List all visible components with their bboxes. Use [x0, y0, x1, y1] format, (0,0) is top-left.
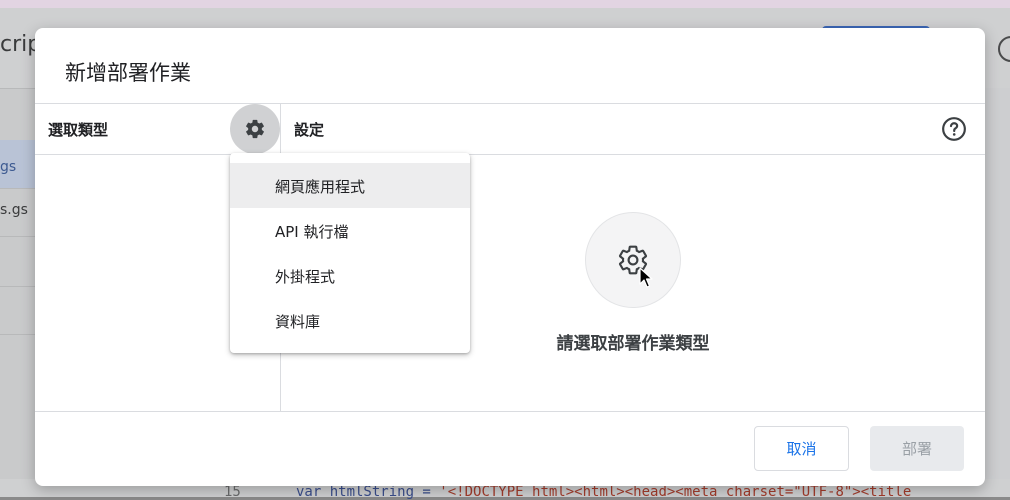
menu-item-label: 資料庫 [275, 313, 321, 331]
code-text: var htmlString = '<!DOCTYPE html><html><… [296, 484, 911, 500]
cancel-button[interactable]: 取消 [754, 426, 849, 471]
deployment-type-menu: 網頁應用程式 API 執行檔 外掛程式 資料庫 [230, 153, 470, 353]
browser-top-strip [0, 0, 1010, 8]
dialog-title: 新增部署作業 [65, 61, 191, 85]
menu-item-label: 網頁應用程式 [275, 178, 366, 196]
help-circle-icon[interactable] [941, 116, 967, 142]
sidebar-row [0, 286, 35, 335]
settings-header: 設定 [281, 104, 985, 155]
sidebar-file-label: gs [0, 159, 17, 175]
menu-item-api-executable[interactable]: API 執行檔 [230, 208, 470, 253]
menu-item-label: API 執行檔 [275, 223, 349, 241]
menu-item-label: 外掛程式 [275, 268, 336, 286]
background-right-edge [985, 88, 1010, 488]
select-type-button[interactable] [230, 104, 280, 154]
menu-item-web-app[interactable]: 網頁應用程式 [230, 163, 470, 208]
code-line-number: 15 [224, 484, 241, 500]
menu-item-add-on[interactable]: 外掛程式 [230, 253, 470, 298]
dialog-body: 選取類型 設定 請選取部署作業類型 [35, 103, 985, 412]
settings-label: 設定 [294, 121, 325, 139]
deploy-button[interactable]: 部署 [870, 426, 964, 471]
sidebar-row [0, 238, 35, 287]
code-text-prefix: var htmlString = [296, 484, 440, 500]
select-type-header: 選取類型 [35, 104, 280, 155]
new-deployment-dialog: 新增部署作業 選取類型 設定 請選取部署作業類型 網頁應用程式 API 執行檔 … [35, 28, 985, 486]
select-type-label: 選取類型 [48, 121, 109, 139]
empty-state-circle [585, 212, 681, 308]
mouse-cursor-icon [639, 267, 653, 288]
code-text-string: '<!DOCTYPE html><html><head><meta charse… [439, 484, 912, 500]
sidebar-file-label: s.gs [0, 202, 28, 218]
menu-item-library[interactable]: 資料庫 [230, 298, 470, 343]
gear-icon [246, 119, 264, 139]
